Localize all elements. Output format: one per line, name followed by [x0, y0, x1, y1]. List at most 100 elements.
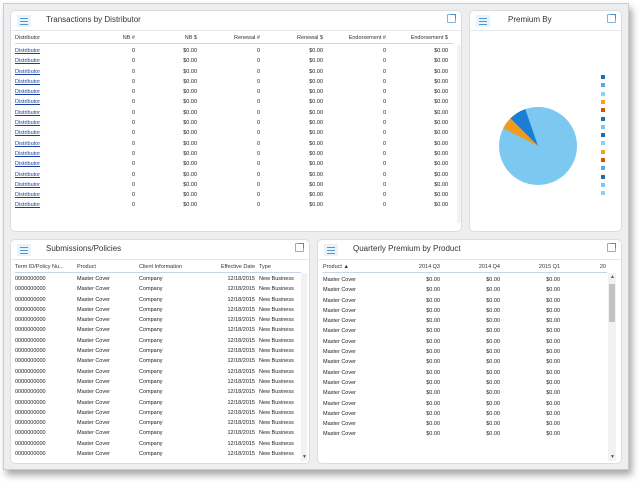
column-header-next-quarter[interactable]: 20	[560, 262, 606, 272]
table-row[interactable]: Distributor 0 $0.00 0 $0.00 0 $0.00	[15, 170, 453, 180]
menu-icon[interactable]	[476, 15, 490, 27]
column-header-2015-q1[interactable]: 2015 Q1	[500, 262, 560, 272]
table-row[interactable]: 0000000000 Master Cover Company 12/18/2015 N…	[15, 377, 301, 387]
menu-icon[interactable]	[17, 244, 31, 256]
table-row[interactable]: Distributor 0 $0.00 0 $0.00 0 $0.00	[15, 108, 453, 118]
table-row[interactable]: 0000000000 Master Cover Company 12/18/2015 N…	[15, 284, 301, 294]
table-row[interactable]: 0000000000 Master Cover Company 12/18/2015 N…	[15, 315, 301, 325]
column-header-product[interactable]: Product	[77, 262, 139, 272]
distributor-link[interactable]: Distributor	[15, 180, 73, 190]
table-row[interactable]: Distributor 0 $0.00 0 $0.00 0 $0.00	[15, 159, 453, 169]
column-header-nb-count[interactable]: NB #	[73, 33, 135, 43]
table-row[interactable]: Distributor 0 $0.00 0 $0.00 0 $0.00	[15, 87, 453, 97]
legend-swatch[interactable]	[601, 141, 605, 146]
table-row[interactable]: Master Cover $0.00 $0.00 $0.00	[323, 419, 607, 429]
expand-icon[interactable]	[607, 14, 616, 23]
legend-swatch[interactable]	[601, 124, 605, 129]
column-header-2014-q3[interactable]: 2014 Q3	[378, 262, 440, 272]
legend-swatch[interactable]	[601, 174, 605, 179]
table-row[interactable]: Distributor 0 $0.00 0 $0.00 0 $0.00	[15, 77, 453, 87]
column-header-client-information[interactable]: Client Information	[139, 262, 209, 272]
table-row[interactable]: Distributor 0 $0.00 0 $0.00 0 $0.00	[15, 180, 453, 190]
table-row[interactable]: Master Cover $0.00 $0.00 $0.00	[323, 368, 607, 378]
table-row[interactable]: Master Cover $0.00 $0.00 $0.00	[323, 326, 607, 336]
legend-swatch[interactable]	[601, 99, 605, 104]
table-row[interactable]: 0000000000 Master Cover Company 12/18/2015 N…	[15, 428, 301, 438]
distributor-link[interactable]: Distributor	[15, 200, 73, 210]
scroll-down-arrow[interactable]: ▼	[610, 455, 615, 460]
legend-swatch[interactable]	[601, 133, 605, 138]
table-row[interactable]: Master Cover $0.00 $0.00 $0.00	[323, 378, 607, 388]
table-row[interactable]: 0000000000 Master Cover Company 12/18/2015 N…	[15, 387, 301, 397]
vertical-scrollbar[interactable]: ▲ ▼	[608, 273, 616, 461]
distributor-link[interactable]: Distributor	[15, 67, 73, 77]
table-row[interactable]: Distributor 0 $0.00 0 $0.00 0 $0.00	[15, 46, 453, 56]
expand-icon[interactable]	[447, 14, 456, 23]
column-header-renewal-count[interactable]: Renewal #	[197, 33, 260, 43]
column-header-nb-amount[interactable]: NB $	[135, 33, 197, 43]
table-row[interactable]: 0000000000 Master Cover Company 12/18/2015 N…	[15, 336, 301, 346]
table-row[interactable]: Master Cover $0.00 $0.00 $0.00	[323, 399, 607, 409]
table-row[interactable]: 0000000000 Master Cover Company 12/18/2015 N…	[15, 367, 301, 377]
column-header-endorsement-amount[interactable]: Endorsement $	[386, 33, 448, 43]
table-row[interactable]: Distributor 0 $0.00 0 $0.00 0 $0.00	[15, 128, 453, 138]
scroll-down-arrow[interactable]: ▼	[302, 455, 307, 460]
table-row[interactable]: Distributor 0 $0.00 0 $0.00 0 $0.00	[15, 118, 453, 128]
table-row[interactable]: Master Cover $0.00 $0.00 $0.00	[323, 347, 607, 357]
table-row[interactable]: Distributor 0 $0.00 0 $0.00 0 $0.00	[15, 190, 453, 200]
table-row[interactable]: Distributor 0 $0.00 0 $0.00 0 $0.00	[15, 97, 453, 107]
table-row[interactable]: Distributor 0 $0.00 0 $0.00 0 $0.00	[15, 67, 453, 77]
table-row[interactable]: Master Cover $0.00 $0.00 $0.00	[323, 337, 607, 347]
column-header-product[interactable]: Product ▲	[323, 262, 378, 272]
expand-icon[interactable]	[607, 243, 616, 252]
table-row[interactable]: Master Cover $0.00 $0.00 $0.00	[323, 316, 607, 326]
table-row[interactable]: 0000000000 Master Cover Company 12/18/2015 N…	[15, 408, 301, 418]
distributor-link[interactable]: Distributor	[15, 108, 73, 118]
column-header-2014-q4[interactable]: 2014 Q4	[440, 262, 500, 272]
table-row[interactable]: 0000000000 Master Cover Company 12/18/2015 N…	[15, 295, 301, 305]
legend-swatch[interactable]	[601, 116, 605, 121]
table-row[interactable]: 0000000000 Master Cover Company 12/18/2015 N…	[15, 398, 301, 408]
table-row[interactable]: 0000000000 Master Cover Company 12/18/2015 N…	[15, 346, 301, 356]
table-row[interactable]: Master Cover $0.00 $0.00 $0.00	[323, 409, 607, 419]
distributor-link[interactable]: Distributor	[15, 128, 73, 138]
expand-icon[interactable]	[295, 243, 304, 252]
table-row[interactable]: Master Cover $0.00 $0.00 $0.00	[323, 388, 607, 398]
legend-swatch[interactable]	[601, 91, 605, 96]
column-header-term-id[interactable]: Term ID/Policy Nu...	[15, 262, 77, 272]
table-row[interactable]: Distributor 0 $0.00 0 $0.00 0 $0.00	[15, 149, 453, 159]
distributor-link[interactable]: Distributor	[15, 190, 73, 200]
table-row[interactable]: 0000000000 Master Cover Company 12/18/2015 N…	[15, 439, 301, 449]
distributor-link[interactable]: Distributor	[15, 46, 73, 56]
table-row[interactable]: 0000000000 Master Cover Company 12/18/2015 N…	[15, 356, 301, 366]
legend-swatch[interactable]	[601, 158, 605, 162]
table-row[interactable]: Master Cover $0.00 $0.00 $0.00	[323, 306, 607, 316]
table-row[interactable]: Master Cover $0.00 $0.00 $0.00	[323, 357, 607, 367]
vertical-scrollbar[interactable]: ▼	[301, 273, 307, 461]
table-row[interactable]: 0000000000 Master Cover Company 12/18/2015 N…	[15, 305, 301, 315]
table-row[interactable]: 0000000000 Master Cover Company 12/18/2015 N…	[15, 418, 301, 428]
legend-swatch[interactable]	[601, 83, 605, 88]
legend-swatch[interactable]	[601, 108, 605, 113]
table-row[interactable]: Master Cover $0.00 $0.00 $0.00	[323, 285, 607, 295]
table-row[interactable]: Distributor 0 $0.00 0 $0.00 0 $0.00	[15, 56, 453, 66]
distributor-link[interactable]: Distributor	[15, 87, 73, 97]
legend-swatch[interactable]	[601, 75, 605, 79]
menu-icon[interactable]	[324, 244, 338, 256]
distributor-link[interactable]: Distributor	[15, 77, 73, 87]
distributor-link[interactable]: Distributor	[15, 159, 73, 169]
table-row[interactable]: Master Cover $0.00 $0.00 $0.00	[323, 275, 607, 285]
legend-swatch[interactable]	[601, 149, 605, 154]
scroll-thumb[interactable]	[609, 284, 615, 322]
distributor-link[interactable]: Distributor	[15, 97, 73, 107]
table-row[interactable]: Distributor 0 $0.00 0 $0.00 0 $0.00	[15, 200, 453, 210]
legend-swatch[interactable]	[601, 191, 605, 196]
menu-icon[interactable]	[17, 15, 31, 27]
distributor-link[interactable]: Distributor	[15, 139, 73, 149]
distributor-link[interactable]: Distributor	[15, 118, 73, 128]
distributor-link[interactable]: Distributor	[15, 170, 73, 180]
scroll-up-arrow[interactable]: ▲	[610, 275, 615, 280]
column-header-type[interactable]: Type	[255, 262, 297, 272]
distributor-link[interactable]: Distributor	[15, 149, 73, 159]
legend-swatch[interactable]	[601, 166, 605, 171]
